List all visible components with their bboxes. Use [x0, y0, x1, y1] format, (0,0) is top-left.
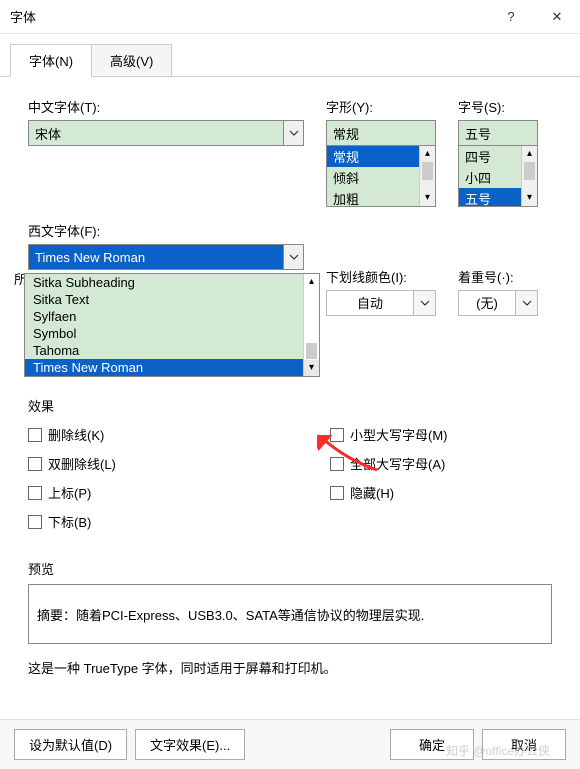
- scroll-thumb[interactable]: [306, 343, 317, 359]
- scroll-down-icon[interactable]: ▾: [420, 190, 435, 206]
- dropdown-item[interactable]: Tahoma: [25, 342, 319, 359]
- checkbox-all-caps[interactable]: 全部大写字母(A): [330, 454, 552, 473]
- scroll-up-icon[interactable]: ▴: [420, 146, 435, 162]
- font-size-label: 字号(S):: [458, 97, 538, 116]
- scrollbar[interactable]: ▴ ▾: [303, 274, 319, 376]
- chevron-down-icon[interactable]: [284, 244, 304, 270]
- font-size-input[interactable]: 五号: [458, 120, 538, 146]
- scroll-up-icon[interactable]: ▴: [522, 146, 537, 162]
- preview-label: 预览: [28, 559, 552, 578]
- checkbox-icon[interactable]: [28, 515, 42, 529]
- dropdown-item[interactable]: Sitka Subheading: [25, 274, 319, 291]
- underline-color-combo[interactable]: 自动: [326, 290, 436, 316]
- checkbox-icon[interactable]: [330, 457, 344, 471]
- preview-box: 摘要：随着PCI-Express、USB3.0、SATA等通信协议的物理层实现.: [28, 584, 552, 644]
- scroll-thumb[interactable]: [422, 162, 433, 180]
- font-style-input[interactable]: 常规: [326, 120, 436, 146]
- checkbox-icon[interactable]: [330, 428, 344, 442]
- font-style-value[interactable]: 常规: [326, 120, 436, 146]
- dropdown-item[interactable]: Symbol: [25, 325, 319, 342]
- help-button[interactable]: ?: [488, 0, 534, 34]
- preview-text: 摘要：随着PCI-Express、USB3.0、SATA等通信协议的物理层实现.: [37, 605, 424, 624]
- chinese-font-label: 中文字体(T):: [28, 97, 304, 116]
- dialog-content: 中文字体(T): 宋体 字形(Y): 常规 常规 倾斜 加粗 ▴▾ 字号(S):…: [0, 77, 580, 687]
- checkbox-small-caps[interactable]: 小型大写字母(M): [330, 425, 552, 444]
- emphasis-label: 着重号(·):: [458, 267, 538, 286]
- close-button[interactable]: ✕: [534, 0, 580, 34]
- checkbox-strikethrough[interactable]: 删除线(K): [28, 425, 250, 444]
- font-note: 这是一种 TrueType 字体，同时适用于屏幕和打印机。: [28, 658, 552, 677]
- checkbox-subscript[interactable]: 下标(B): [28, 512, 250, 531]
- tab-advanced[interactable]: 高级(V): [91, 44, 172, 77]
- dropdown-item[interactable]: Times New Roman: [25, 359, 319, 376]
- dropdown-item[interactable]: Sitka Text: [25, 291, 319, 308]
- title-bar: 字体 ? ✕: [0, 0, 580, 34]
- emphasis-combo[interactable]: (无): [458, 290, 538, 316]
- western-font-combo[interactable]: Times New Roman: [28, 244, 304, 270]
- chevron-down-icon[interactable]: [414, 290, 436, 316]
- checkbox-icon[interactable]: [28, 457, 42, 471]
- western-font-value[interactable]: Times New Roman: [28, 244, 284, 270]
- checkbox-double-strikethrough[interactable]: 双删除线(L): [28, 454, 250, 473]
- scroll-up-icon[interactable]: ▴: [304, 274, 319, 290]
- chevron-down-icon[interactable]: [516, 290, 538, 316]
- scroll-down-icon[interactable]: ▾: [522, 190, 537, 206]
- checkbox-icon[interactable]: [330, 486, 344, 500]
- chevron-down-icon[interactable]: [284, 120, 304, 146]
- scrollbar[interactable]: ▴▾: [419, 146, 435, 206]
- tab-strip: 字体(N) 高级(V): [0, 34, 580, 77]
- font-style-list[interactable]: 常规 倾斜 加粗 ▴▾: [326, 145, 436, 207]
- scroll-thumb[interactable]: [524, 162, 535, 180]
- text-effects-button[interactable]: 文字效果(E)...: [135, 729, 245, 760]
- western-font-label: 西文字体(F):: [28, 221, 304, 240]
- scrollbar[interactable]: ▴▾: [521, 146, 537, 206]
- checkbox-superscript[interactable]: 上标(P): [28, 483, 250, 502]
- dropdown-item[interactable]: Sylfaen: [25, 308, 319, 325]
- emphasis-value: (无): [458, 290, 516, 316]
- checkbox-hidden[interactable]: 隐藏(H): [330, 483, 552, 502]
- western-font-dropdown[interactable]: Sitka Subheading Sitka Text Sylfaen Symb…: [24, 273, 320, 377]
- scroll-down-icon[interactable]: ▾: [304, 360, 319, 376]
- chinese-font-value[interactable]: 宋体: [28, 120, 284, 146]
- window-title: 字体: [10, 7, 488, 26]
- font-style-label: 字形(Y):: [326, 97, 436, 116]
- checkbox-icon[interactable]: [28, 486, 42, 500]
- font-size-value[interactable]: 五号: [458, 120, 538, 146]
- watermark: 知乎 @office办公侠: [446, 742, 550, 759]
- checkbox-icon[interactable]: [28, 428, 42, 442]
- chinese-font-combo[interactable]: 宋体: [28, 120, 304, 146]
- font-size-list[interactable]: 四号 小四 五号 ▴▾: [458, 145, 538, 207]
- set-default-button[interactable]: 设为默认值(D): [14, 729, 127, 760]
- effects-label: 效果: [28, 396, 552, 415]
- tab-font[interactable]: 字体(N): [10, 44, 92, 77]
- underline-color-value: 自动: [326, 290, 414, 316]
- underline-color-label: 下划线颜色(I):: [326, 267, 436, 286]
- effects-group: 删除线(K) 双删除线(L) 上标(P) 下标(B) 小型大写字母(M) 全部大…: [28, 425, 552, 541]
